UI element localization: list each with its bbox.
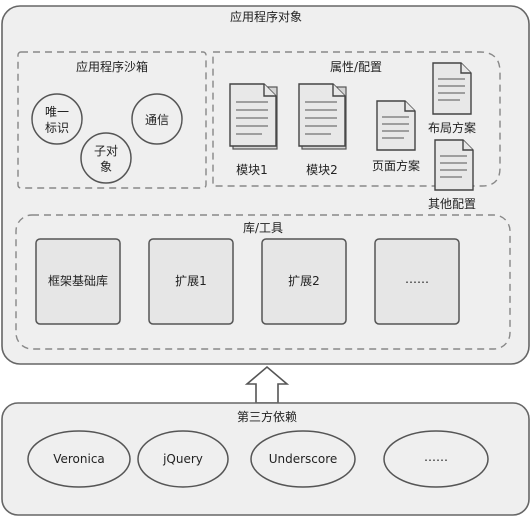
- sandbox-item-id: 唯一 标识: [44, 105, 70, 135]
- sandbox-item-comm: 通信: [144, 113, 170, 127]
- third-party-veronica: Veronica: [53, 452, 105, 466]
- library-title: 库/工具: [242, 221, 284, 235]
- module1-doc: [229, 83, 278, 150]
- dependency-arrow: [244, 365, 290, 404]
- layout-scheme-doc: [432, 62, 472, 115]
- third-party-more: ……: [424, 450, 448, 464]
- sandbox-title: 应用程序沙箱: [75, 60, 149, 74]
- third-party-title: 第三方依赖: [236, 410, 298, 424]
- module2-doc: [298, 83, 347, 150]
- config-doc-module2: 模块2: [306, 163, 338, 177]
- config-title: 属性/配置: [329, 60, 383, 74]
- config-doc-page-scheme: 页面方案: [371, 159, 421, 173]
- library-item-ext2: 扩展2: [288, 274, 320, 288]
- library-item-more: ……: [405, 272, 429, 286]
- library-item-ext1: 扩展1: [175, 274, 207, 288]
- third-party-underscore: Underscore: [268, 452, 338, 466]
- sandbox-item-child: 子对 象: [93, 144, 119, 174]
- config-doc-layout-scheme: 布局方案: [427, 121, 477, 135]
- app-object-title: 应用程序对象: [229, 10, 303, 24]
- other-config-doc: [434, 139, 474, 191]
- config-doc-module1: 模块1: [236, 163, 268, 177]
- third-party-jquery: jQuery: [163, 452, 203, 466]
- page-scheme-doc: [376, 100, 416, 151]
- architecture-diagram: [1, 5, 530, 516]
- config-doc-other: 其他配置: [427, 197, 477, 211]
- library-item-base: 框架基础库: [47, 274, 109, 288]
